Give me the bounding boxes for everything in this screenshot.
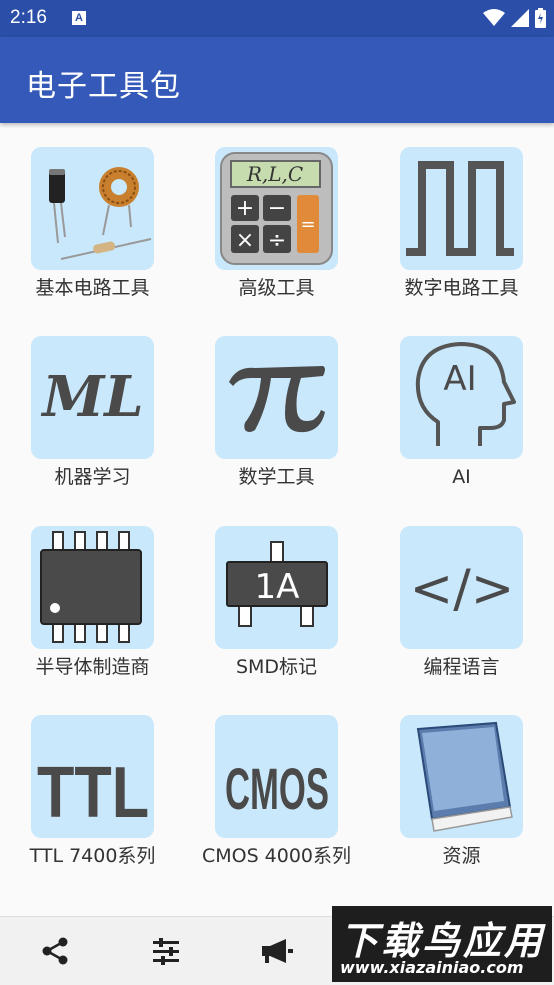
book-icon xyxy=(400,715,523,838)
tool-math[interactable]: 数学工具 xyxy=(184,336,369,488)
settings-button[interactable] xyxy=(146,931,186,971)
tool-label: 数学工具 xyxy=(238,466,315,488)
square-wave-icon xyxy=(400,147,523,270)
ml-icon: ML xyxy=(31,336,154,459)
svg-text:ML: ML xyxy=(40,364,143,430)
tool-advanced[interactable]: R,L,C + − × ÷ = 高级工具 xyxy=(184,147,369,299)
pi-icon xyxy=(215,336,338,459)
status-bar: 2:16 A xyxy=(0,0,554,37)
share-button[interactable] xyxy=(35,931,75,971)
tool-label: 机器学习 xyxy=(54,466,131,488)
tool-cmos-4000[interactable]: CMOS CMOS 4000系列 xyxy=(184,715,369,895)
ic-chip-icon xyxy=(31,526,154,649)
tool-ttl-7400[interactable]: TTL TTL 7400系列 xyxy=(0,715,185,895)
app-title: 电子工具包 xyxy=(26,69,181,104)
cmos-icon: CMOS xyxy=(215,715,338,838)
rlc-calculator-icon: R,L,C + − × ÷ = xyxy=(215,147,338,270)
tool-label: SMD标记 xyxy=(235,656,318,678)
tool-label: TTL 7400系列 xyxy=(29,845,156,867)
svg-text:R,L,C: R,L,C xyxy=(246,162,303,186)
tool-digital-circuit[interactable]: 数字电路工具 xyxy=(369,147,554,299)
tool-resources[interactable]: 资源 xyxy=(369,715,554,895)
tool-label: 半导体制造商 xyxy=(35,656,150,678)
settings-sliders-icon xyxy=(153,938,179,965)
notification-icon: A xyxy=(72,11,86,25)
svg-text:+: + xyxy=(236,196,254,221)
announcement-button[interactable] xyxy=(257,931,297,971)
tool-label: 高级工具 xyxy=(238,277,315,299)
signal-icon xyxy=(511,9,529,27)
tool-label: AI xyxy=(452,466,471,488)
svg-text:TTL: TTL xyxy=(37,753,149,833)
svg-text:−: − xyxy=(268,196,286,221)
watermark-url: www.xiazainiao.com xyxy=(340,958,524,977)
svg-text:×: × xyxy=(236,228,254,253)
code-icon: </> xyxy=(400,526,523,649)
tool-machine-learning[interactable]: ML 机器学习 xyxy=(0,336,185,488)
components-icon xyxy=(31,147,154,270)
ai-head-icon: AI xyxy=(400,336,523,459)
svg-text:=: = xyxy=(300,214,315,235)
tool-label: 基本电路工具 xyxy=(35,277,150,299)
tool-label: 编程语言 xyxy=(423,656,500,678)
svg-text:CMOS: CMOS xyxy=(225,757,329,822)
svg-text:</>: </> xyxy=(410,559,515,619)
watermark-text: 下载鸟应用 xyxy=(340,919,546,963)
tool-basic-circuit[interactable]: 基本电路工具 xyxy=(0,147,185,299)
svg-text:AI: AI xyxy=(443,359,476,399)
status-icons xyxy=(483,8,546,28)
tool-ai[interactable]: AI AI xyxy=(369,336,554,488)
megaphone-icon xyxy=(262,939,293,963)
tool-label: 资源 xyxy=(442,845,481,867)
tool-semiconductor-makers[interactable]: 半导体制造商 xyxy=(0,526,185,678)
tool-label: CMOS 4000系列 xyxy=(201,845,352,867)
svg-text:÷: ÷ xyxy=(268,228,286,253)
smd-marking-icon: 1A xyxy=(215,526,338,649)
svg-text:1A: 1A xyxy=(255,567,300,607)
tool-label: 数字电路工具 xyxy=(404,277,519,299)
tool-programming-languages[interactable]: </> 编程语言 xyxy=(369,526,554,678)
ttl-icon: TTL xyxy=(31,715,154,838)
app-bar: 电子工具包 xyxy=(0,37,554,123)
watermark: 下载鸟应用 www.xiazainiao.com xyxy=(332,906,552,982)
battery-icon xyxy=(535,8,546,28)
share-icon xyxy=(42,937,68,965)
tool-smd-marking[interactable]: 1A SMD标记 xyxy=(184,526,369,678)
wifi-icon xyxy=(483,9,505,26)
status-time: 2:16 xyxy=(10,7,47,28)
